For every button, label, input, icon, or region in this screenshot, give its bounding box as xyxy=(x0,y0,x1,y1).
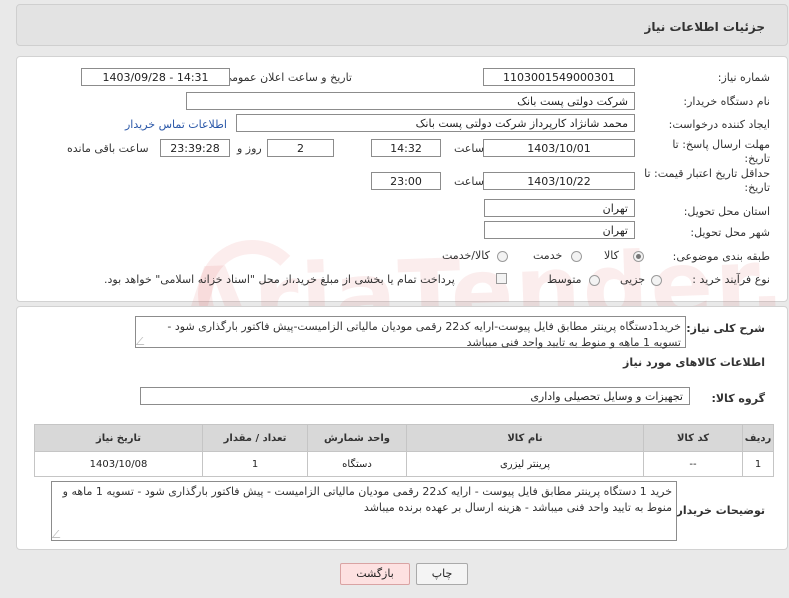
back-button[interactable]: بازگشت xyxy=(340,563,410,585)
announce-datetime-label: تاریخ و ساعت اعلان عمومی: xyxy=(219,71,352,84)
cell-row-number: 1 xyxy=(742,451,774,477)
remaining-time-field[interactable]: 23:39:28 xyxy=(160,139,230,157)
province-label: استان محل تحویل: xyxy=(683,205,770,218)
col-item-name: نام کالا xyxy=(406,424,644,452)
buyer-notes-textarea[interactable]: خرید 1 دستگاه پرینتر مطابق فایل پیوست - … xyxy=(51,481,677,541)
buyer-notes-label: توضیحات خریدار: xyxy=(672,504,765,517)
col-quantity: تعداد / مقدار xyxy=(202,424,308,452)
col-need-date: تاریخ نیاز xyxy=(34,424,203,452)
summary-text: خرید1دستگاه پرینتر مطابق فایل پیوست-ارای… xyxy=(167,320,681,349)
category-option-goods-service: کالا/خدمت xyxy=(442,249,490,262)
goods-section-title: اطلاعات کالاهای مورد نیاز xyxy=(623,356,765,369)
city-field[interactable]: تهران xyxy=(484,221,635,239)
days-label: روز و xyxy=(237,142,262,155)
need-number-field[interactable]: 1103001549000301 xyxy=(483,68,635,86)
reply-days-field[interactable]: 2 xyxy=(267,139,334,157)
cell-item-code: -- xyxy=(643,451,743,477)
buyer-org-field[interactable]: شرکت دولتی پست بانک xyxy=(186,92,635,110)
col-unit: واحد شمارش xyxy=(307,424,407,452)
col-item-code: کد کالا xyxy=(643,424,743,452)
remaining-label: ساعت باقی مانده xyxy=(67,142,149,155)
goods-table: ردیف کد کالا نام کالا واحد شمارش تعداد /… xyxy=(34,424,774,477)
goods-group-label: گروه کالا: xyxy=(711,392,765,405)
col-row-number: ردیف xyxy=(742,424,774,452)
resize-handle-icon[interactable] xyxy=(135,337,151,345)
reply-deadline-label: مهلت ارسال پاسخ: تا xyxy=(672,138,770,151)
summary-textarea[interactable]: خرید1دستگاه پرینتر مطابق فایل پیوست-ارای… xyxy=(135,316,686,349)
resize-handle-icon[interactable] xyxy=(51,530,67,538)
process-option-minor: جزیی xyxy=(620,273,646,286)
process-radio-minor[interactable] xyxy=(651,275,662,286)
reply-date-field[interactable]: 1403/10/01 xyxy=(483,139,635,157)
reply-deadline-label-date: تاریخ: xyxy=(744,152,770,165)
need-number-label: شماره نیاز: xyxy=(717,71,770,84)
creator-label: ایجاد کننده درخواست: xyxy=(668,118,770,131)
category-option-goods: کالا xyxy=(604,249,619,262)
cell-need-date: 1403/10/08 xyxy=(34,451,203,477)
price-validity-label: حداقل تاریخ اعتبار قیمت: تا xyxy=(644,167,770,180)
price-validity-time-label: ساعت xyxy=(454,175,484,188)
city-label: شهر محل تحویل: xyxy=(690,226,770,239)
page-title: جزئیات اطلاعات نیاز xyxy=(644,20,765,34)
cell-unit: دستگاه xyxy=(307,451,407,477)
cell-quantity: 1 xyxy=(202,451,308,477)
category-radio-service[interactable] xyxy=(571,251,582,262)
cell-item-name: پرینتر لیزری xyxy=(406,451,644,477)
table-header-row: ردیف کد کالا نام کالا واحد شمارش تعداد /… xyxy=(34,424,774,452)
buyer-org-label: نام دستگاه خریدار: xyxy=(683,95,770,108)
price-validity-time-field[interactable]: 23:00 xyxy=(371,172,441,190)
announce-datetime-field[interactable]: 1403/09/28 - 14:31 xyxy=(81,68,230,86)
category-radio-goods[interactable] xyxy=(633,251,644,262)
creator-field[interactable]: محمد شانژاد کارپرداز شرکت دولتی پست بانک xyxy=(236,114,635,132)
reply-time-field[interactable]: 14:32 xyxy=(371,139,441,157)
category-label: طبقه بندی موضوعی: xyxy=(672,250,770,263)
process-option-medium: متوسط xyxy=(547,273,582,286)
price-validity-label-date: تاریخ: xyxy=(744,181,770,194)
table-row: 1 -- پرینتر لیزری دستگاه 1 1403/10/08 xyxy=(34,451,774,477)
treasury-payment-checkbox[interactable] xyxy=(496,273,507,284)
province-field[interactable]: تهران xyxy=(484,199,635,217)
process-radio-medium[interactable] xyxy=(589,275,600,286)
treasury-payment-note: پرداخت تمام یا بخشی از مبلغ خرید،از محل … xyxy=(104,273,455,286)
summary-label: شرح کلی نیاز: xyxy=(686,322,765,335)
process-type-label: نوع فرآیند خرید : xyxy=(692,273,770,286)
category-option-service: خدمت xyxy=(533,249,563,262)
goods-group-field[interactable]: تجهیزات و وسایل تحصیلی واداری xyxy=(140,387,690,405)
buyer-notes-text: خرید 1 دستگاه پرینتر مطابق فایل پیوست - … xyxy=(62,485,672,514)
buyer-contact-link[interactable]: اطلاعات تماس خریدار xyxy=(125,118,227,131)
price-validity-date-field[interactable]: 1403/10/22 xyxy=(483,172,635,190)
category-radio-goods-service[interactable] xyxy=(497,251,508,262)
reply-time-label: ساعت xyxy=(454,142,484,155)
print-button[interactable]: چاپ xyxy=(416,563,468,585)
page-header: جزئیات اطلاعات نیاز xyxy=(16,4,788,46)
